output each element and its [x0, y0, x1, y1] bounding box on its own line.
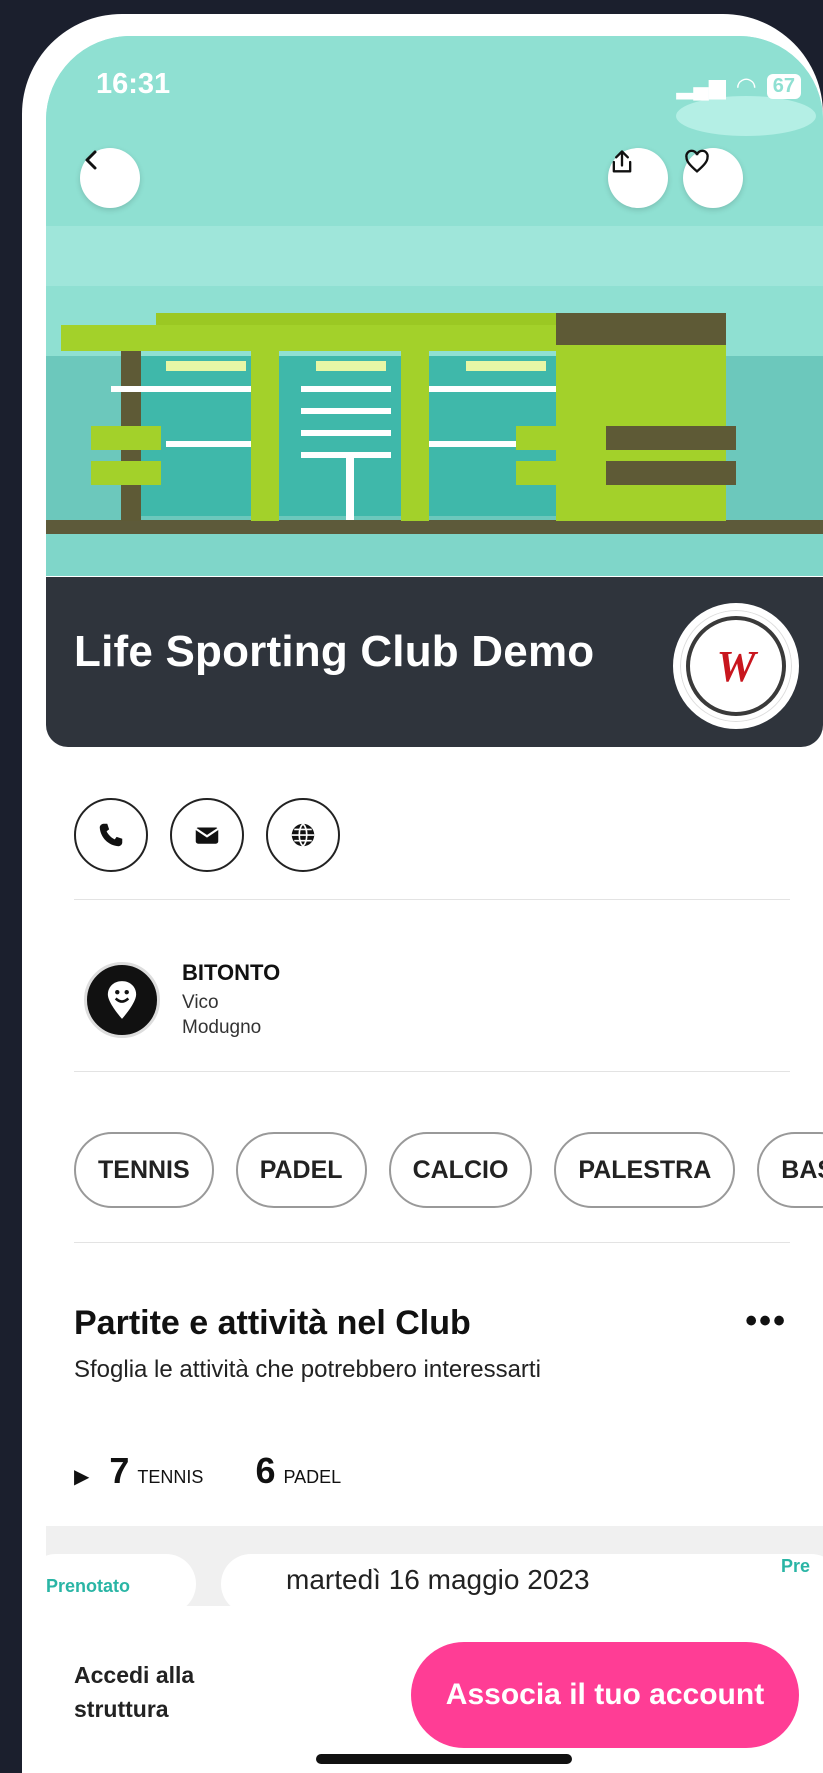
chip-tennis[interactable]: TENNIS	[74, 1132, 214, 1208]
activity-cards: Prenotato martedì 16 maggio 2023 Pre	[46, 1526, 823, 1606]
count-value: 6	[255, 1450, 276, 1491]
home-indicator	[316, 1754, 572, 1764]
globe-icon	[291, 823, 315, 847]
favorite-button[interactable]	[683, 148, 743, 208]
back-button[interactable]	[80, 148, 140, 208]
play-icon[interactable]: ▶	[74, 1464, 89, 1489]
club-cover-image: 16:31 ▂▄▆ ◠ 67	[46, 36, 823, 576]
count-label: TENNIS	[137, 1467, 204, 1487]
chip-padel[interactable]: PADEL	[235, 1132, 367, 1208]
mail-icon	[195, 827, 219, 844]
contact-actions	[74, 798, 340, 872]
call-button[interactable]	[74, 798, 148, 872]
divider	[74, 1071, 790, 1072]
website-button[interactable]	[266, 798, 340, 872]
club-name: Life Sporting Club Demo	[74, 627, 595, 676]
club-logo-mark: W	[716, 641, 756, 691]
activities-subtitle: Sfoglia le attività che potrebbero inter…	[74, 1356, 541, 1383]
location-area: Modugno	[182, 1017, 262, 1038]
activity-counts: ▶ 7 TENNIS 6 PADEL	[74, 1450, 385, 1492]
phone-icon	[99, 823, 123, 847]
more-options-button[interactable]: •••	[745, 1302, 787, 1341]
phone-frame: 16:31 ▂▄▆ ◠ 67 Life Sporting Club Demo W	[22, 14, 823, 1773]
email-button[interactable]	[170, 798, 244, 872]
heart-icon	[685, 149, 709, 173]
chip-basket[interactable]: BAS	[757, 1132, 823, 1208]
location-street: Vico	[182, 992, 219, 1013]
chip-palestra[interactable]: PALESTRA	[554, 1132, 736, 1208]
signal-icon: ▂▄▆	[676, 73, 726, 99]
status-icons: ▂▄▆ ◠ 67	[676, 72, 801, 101]
sport-chips: TENNIS PADEL CALCIO PALESTRA BAS	[74, 1132, 823, 1208]
divider	[74, 1242, 790, 1243]
booked-tag: Prenotato	[46, 1576, 131, 1596]
club-header: Life Sporting Club Demo W	[46, 577, 823, 747]
battery-indicator: 67	[766, 74, 801, 99]
share-button[interactable]	[608, 148, 668, 208]
booked-tag: Pre	[781, 1556, 811, 1576]
login-link[interactable]: Accedi alla struttura	[74, 1658, 234, 1726]
location-city: BITONTO	[182, 960, 281, 985]
chevron-left-icon	[85, 150, 97, 170]
count-value: 7	[109, 1450, 130, 1491]
activities-title: Partite e attività nel Club	[74, 1304, 471, 1342]
location-button[interactable]	[84, 962, 160, 1038]
associate-account-button[interactable]: Associa il tuo account	[411, 1642, 799, 1748]
share-icon	[612, 150, 632, 173]
activity-date: martedì 16 maggio 2023	[286, 1564, 590, 1595]
count-label: PADEL	[283, 1467, 342, 1487]
building-illustration	[46, 36, 823, 576]
divider	[74, 899, 790, 900]
club-logo: W	[673, 603, 799, 729]
chip-calcio[interactable]: CALCIO	[388, 1132, 533, 1208]
wifi-icon: ◠	[735, 73, 757, 100]
status-time: 16:31	[96, 68, 171, 100]
app-screen: 16:31 ▂▄▆ ◠ 67 Life Sporting Club Demo W	[46, 36, 823, 1773]
map-pin-icon	[107, 981, 137, 1019]
bottom-action-bar: Accedi alla struttura Associa il tuo acc…	[46, 1606, 823, 1773]
